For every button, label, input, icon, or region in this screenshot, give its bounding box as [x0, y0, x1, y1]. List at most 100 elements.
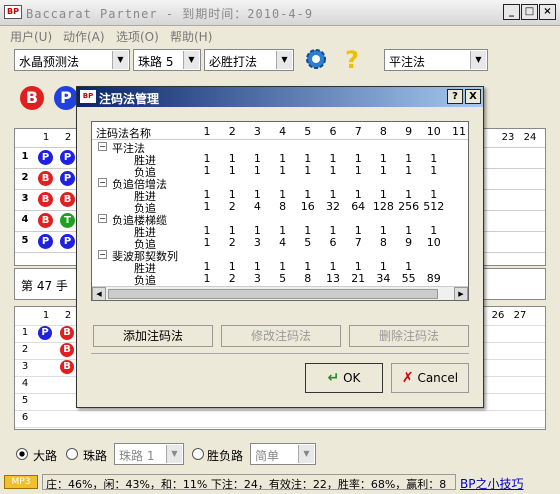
- collapse-icon[interactable]: −: [98, 178, 107, 187]
- bet-value-cell: 55: [401, 272, 416, 285]
- bet-method-select[interactable]: 平注法 ▼: [384, 49, 488, 71]
- bet-method-tree[interactable]: 注码法名称 1 2 3 4 5 6 7 8 9 10 11 − 平注法 胜进 1 1 1 1 1 1 1 1 1 1 负追 1 1…: [91, 121, 469, 301]
- grid-row-header: 2: [21, 172, 29, 183]
- bet-value-cell: 256: [398, 200, 420, 213]
- radio-big-road[interactable]: [16, 448, 28, 460]
- bet-value-cell: 9: [405, 236, 413, 249]
- road-select[interactable]: 珠路 5 ▼: [133, 49, 201, 71]
- menu-bar: 用户(U) 动作(A) 选项(O) 帮助(H): [0, 26, 560, 46]
- cancel-button[interactable]: ✗ Cancel: [391, 363, 469, 393]
- bead-marker: B: [60, 343, 74, 357]
- edit-bet-method-button[interactable]: 修改注码法: [221, 325, 341, 347]
- bet-value-cell: 7: [354, 236, 362, 249]
- bead-road-select[interactable]: 珠路 1 ▼: [114, 443, 184, 465]
- delete-bet-method-button[interactable]: 删除注码法: [349, 325, 469, 347]
- maximize-button[interactable]: □: [521, 4, 538, 20]
- tree-column-header: 11: [452, 125, 466, 138]
- status-bar: MP3 庄：46%，闲：43%，和：11% 下注：24，有效注：22，胜率：68…: [0, 470, 560, 494]
- play-method-value: 必胜打法: [209, 55, 258, 69]
- bead-marker: P: [60, 150, 75, 165]
- chevron-down-icon: ▼: [166, 445, 182, 463]
- tree-column-header: 3: [253, 125, 261, 138]
- tree-column-header: 2: [228, 125, 236, 138]
- grid-line: [15, 427, 545, 428]
- prediction-method-value: 水晶预测法: [19, 55, 80, 69]
- bet-value-cell: 1: [279, 164, 287, 177]
- bet-value-cell: 3: [253, 272, 261, 285]
- collapse-icon[interactable]: −: [98, 142, 107, 151]
- collapse-icon[interactable]: −: [98, 214, 107, 223]
- radio-win-loss-road-label: 胜负路: [207, 449, 244, 463]
- status-text: 庄：46%，闲：43%，和：11% 下注：24，有效注：22，胜率：68%，赢利…: [42, 474, 456, 490]
- complexity-select[interactable]: 简单 ▼: [250, 443, 316, 465]
- bet-value-cell: 1: [354, 164, 362, 177]
- dialog-help-button[interactable]: ?: [447, 89, 463, 104]
- tips-link[interactable]: BP之小技巧: [460, 475, 523, 492]
- mp3-badge[interactable]: MP3: [4, 475, 38, 489]
- grid-column-header: 1: [42, 310, 50, 321]
- player-button[interactable]: P: [54, 86, 78, 110]
- scroll-left-icon[interactable]: ◀: [92, 287, 106, 300]
- title-bar: BP Baccarat Partner - 到期时间：2010-4-9 _ □ …: [0, 0, 560, 26]
- bet-value-cell: 2: [228, 236, 236, 249]
- chevron-down-icon: ▼: [470, 51, 486, 69]
- radio-big-road-label: 大路: [33, 449, 58, 463]
- bet-value-cell: 1: [304, 164, 312, 177]
- grid-column-header: 24: [523, 132, 537, 143]
- radio-win-loss-road[interactable]: [192, 448, 204, 460]
- bet-value-cell: 64: [351, 200, 366, 213]
- horizontal-scrollbar[interactable]: ◀ ▶: [92, 286, 468, 300]
- bead-marker: B: [38, 171, 53, 186]
- bet-value-cell: 8: [304, 272, 312, 285]
- bead-marker: B: [38, 192, 53, 207]
- name-column-header: 注码法名称: [96, 127, 151, 140]
- collapse-icon[interactable]: −: [98, 250, 107, 259]
- menu-action[interactable]: 动作(A): [63, 28, 105, 45]
- bet-value-cell: 2: [228, 272, 236, 285]
- bet-value-cell: 1: [329, 164, 337, 177]
- add-bet-method-button[interactable]: 添加注码法: [93, 325, 213, 347]
- minimize-button[interactable]: _: [503, 4, 520, 20]
- dialog-close-button[interactable]: X: [465, 89, 481, 104]
- bet-value-cell: 1: [228, 164, 236, 177]
- bead-marker: P: [38, 150, 53, 165]
- bet-value-cell: 1: [203, 164, 211, 177]
- prediction-method-select[interactable]: 水晶预测法 ▼: [14, 49, 130, 71]
- ok-button[interactable]: ↵ OK: [305, 363, 383, 393]
- bead-marker: B: [60, 192, 75, 207]
- cancel-x-icon: ✗: [401, 370, 414, 386]
- bet-value-cell: 1: [203, 200, 211, 213]
- dialog-title-bar: BP 注码法管理 ? X: [77, 87, 483, 107]
- bet-method-dialog: BP 注码法管理 ? X 注码法名称 1 2 3 4 5 6 7 8 9 10 11 − 平注法 胜进 1…: [76, 86, 484, 408]
- bet-method-value: 平注法: [389, 55, 426, 69]
- play-method-select[interactable]: 必胜打法 ▼: [204, 49, 294, 71]
- tree-column-header: 5: [304, 125, 312, 138]
- divider: [91, 353, 469, 354]
- grid-row-header: 6: [21, 412, 29, 423]
- help-icon[interactable]: ?: [345, 46, 365, 74]
- menu-options[interactable]: 选项(O): [116, 28, 159, 45]
- bead-marker: P: [38, 326, 52, 340]
- grid-row-header: 3: [21, 361, 29, 372]
- bet-value-cell: 16: [300, 200, 315, 213]
- gear-icon[interactable]: [303, 46, 329, 72]
- scroll-right-icon[interactable]: ▶: [454, 287, 468, 300]
- radio-bead-road[interactable]: [66, 448, 78, 460]
- road-value: 珠路 5: [138, 55, 174, 69]
- app-icon: BP: [4, 5, 22, 19]
- dialog-app-icon: BP: [80, 90, 96, 103]
- menu-user[interactable]: 用户(U): [10, 28, 52, 45]
- bet-value-cell: 6: [329, 236, 337, 249]
- bead-marker: B: [60, 326, 74, 340]
- chevron-down-icon: ▼: [112, 51, 128, 69]
- bead-marker: T: [60, 213, 75, 228]
- banker-button[interactable]: B: [20, 86, 44, 110]
- window-title: Baccarat Partner - 到期时间：2010-4-9: [26, 7, 314, 21]
- grid-column-header: 26: [491, 310, 505, 321]
- grid-line: [15, 410, 545, 411]
- close-button[interactable]: ×: [539, 4, 556, 20]
- grid-column-header: 27: [513, 310, 527, 321]
- scroll-thumb[interactable]: [108, 289, 438, 299]
- hand-count-text: 第 47 手: [21, 279, 68, 293]
- menu-help[interactable]: 帮助(H): [170, 28, 212, 45]
